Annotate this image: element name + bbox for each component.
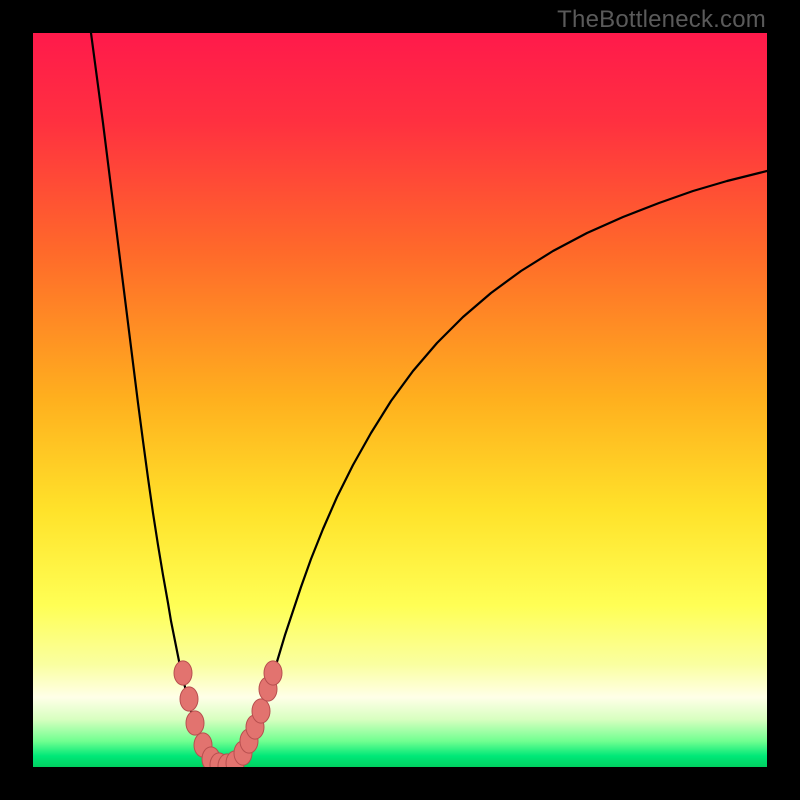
data-marker (174, 661, 192, 685)
watermark-text: TheBottleneck.com (557, 6, 766, 34)
plot-area (33, 33, 767, 767)
data-marker (186, 711, 204, 735)
chart-svg (33, 33, 767, 767)
gradient-background (33, 33, 767, 767)
outer-frame: TheBottleneck.com (0, 0, 800, 800)
data-marker (264, 661, 282, 685)
data-marker (180, 687, 198, 711)
data-marker (252, 699, 270, 723)
